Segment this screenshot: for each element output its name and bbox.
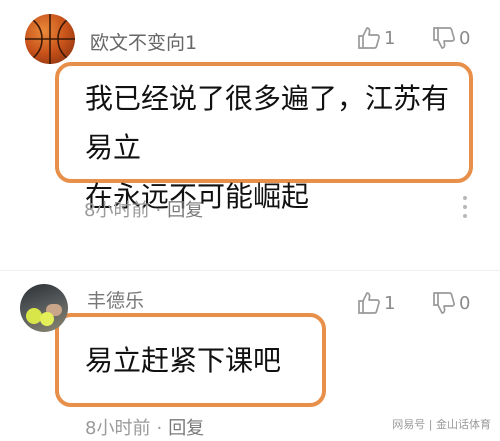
like-count: 1 (384, 27, 396, 49)
watermark: 网易号 | 金山话体育 (389, 415, 494, 433)
reply-button[interactable]: 回复 (168, 418, 204, 439)
avatar[interactable] (20, 284, 68, 332)
dislike-count: 0 (459, 27, 471, 49)
comment-body: 易立赶紧下课吧 (55, 313, 326, 407)
like-count: 1 (384, 292, 396, 314)
like-button[interactable]: 1 (357, 26, 395, 50)
more-vertical-icon[interactable] (463, 196, 467, 218)
timestamp: 8小时前 (84, 200, 150, 221)
comment-body: 我已经说了很多遍了，江苏有易立 在永远不可能崛起 (55, 62, 473, 213)
timestamp: 8小时前 (85, 418, 151, 439)
comment-item: 欧文不变向1 1 0 我已经说了很多遍了，江苏有易立 在永远不可能崛起 8小时前… (0, 0, 500, 255)
reply-button[interactable]: 回复 (167, 200, 203, 221)
comment-text-line: 易立赶紧下课吧 (85, 343, 282, 377)
separator: · (155, 200, 162, 221)
like-button[interactable]: 1 (357, 291, 395, 315)
dislike-button[interactable]: 0 (432, 26, 470, 50)
username[interactable]: 丰德乐 (87, 286, 144, 313)
comment-text-line: 我已经说了很多遍了，江苏有易立 (85, 82, 450, 164)
thumbs-up-icon (358, 27, 380, 49)
thumbs-down-icon (433, 27, 455, 49)
username[interactable]: 欧文不变向1 (90, 28, 197, 55)
comment-meta: 8小时前 · 回复 (85, 414, 204, 440)
thumbs-down-icon (433, 292, 455, 314)
dislike-button[interactable]: 0 (432, 291, 470, 315)
thumbs-up-icon (358, 292, 380, 314)
basketball-icon (25, 14, 75, 64)
dislike-count: 0 (459, 292, 471, 314)
avatar[interactable] (25, 14, 75, 64)
separator: · (156, 418, 163, 439)
comment-meta: 8小时前 · 回复 (84, 196, 203, 222)
tennis-ball-icon (40, 312, 54, 326)
